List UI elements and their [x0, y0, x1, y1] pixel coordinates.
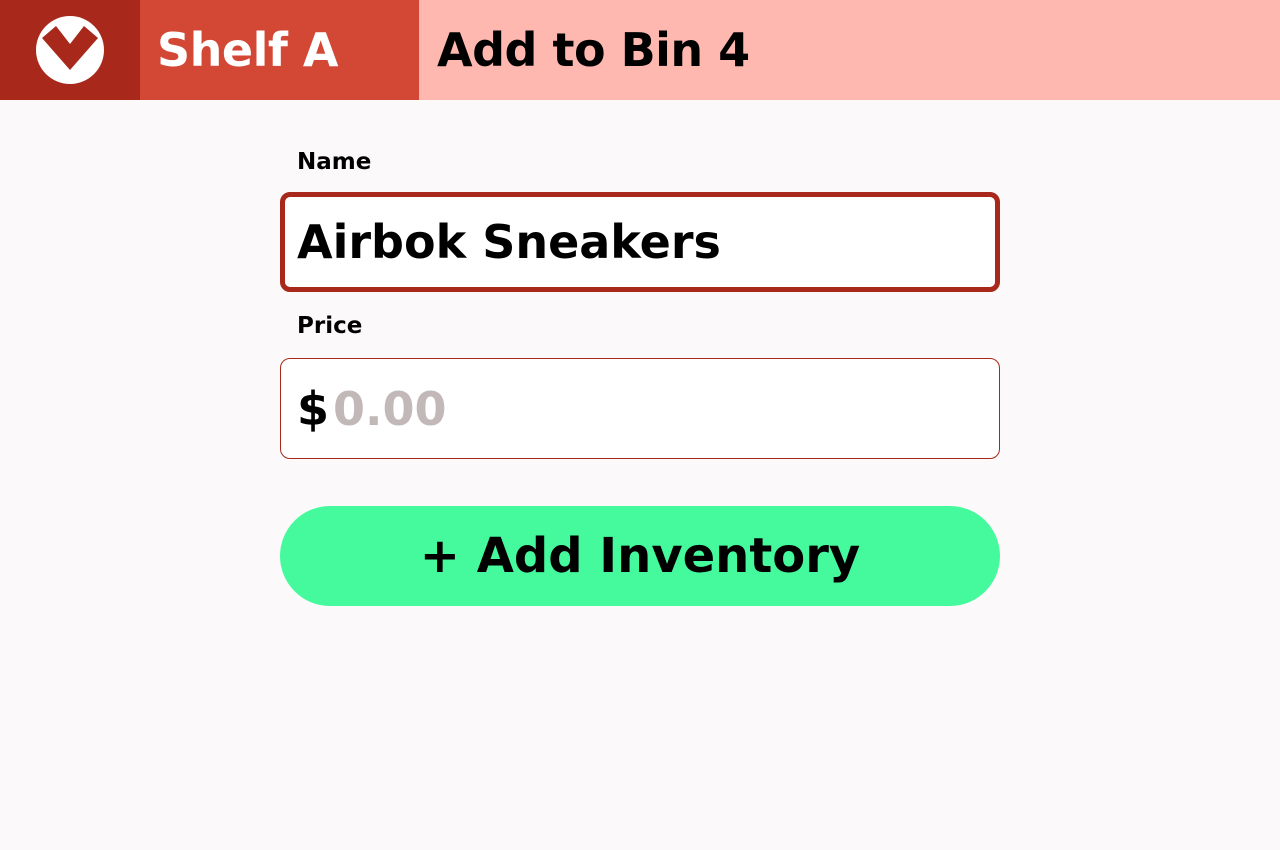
add-inventory-button[interactable]: + Add Inventory — [280, 506, 1000, 606]
price-field-container[interactable]: $ — [280, 358, 1000, 459]
name-input[interactable] — [297, 215, 987, 269]
page-title: Add to Bin 4 — [437, 23, 750, 77]
price-input[interactable] — [333, 381, 934, 436]
add-inventory-form: Name Price $ + Add Inventory — [280, 140, 1000, 606]
title-section: Add to Bin 4 — [420, 0, 1280, 100]
name-label: Name — [297, 149, 372, 175]
shelf-title: Shelf A — [157, 23, 338, 77]
logo[interactable] — [0, 0, 140, 100]
currency-symbol: $ — [297, 381, 330, 436]
app-header: Shelf A Add to Bin 4 — [0, 0, 1280, 100]
price-label: Price — [297, 313, 363, 339]
checkmark-badge-icon — [36, 16, 104, 84]
name-field-container[interactable] — [280, 192, 1000, 292]
shelf-section[interactable]: Shelf A — [140, 0, 420, 100]
